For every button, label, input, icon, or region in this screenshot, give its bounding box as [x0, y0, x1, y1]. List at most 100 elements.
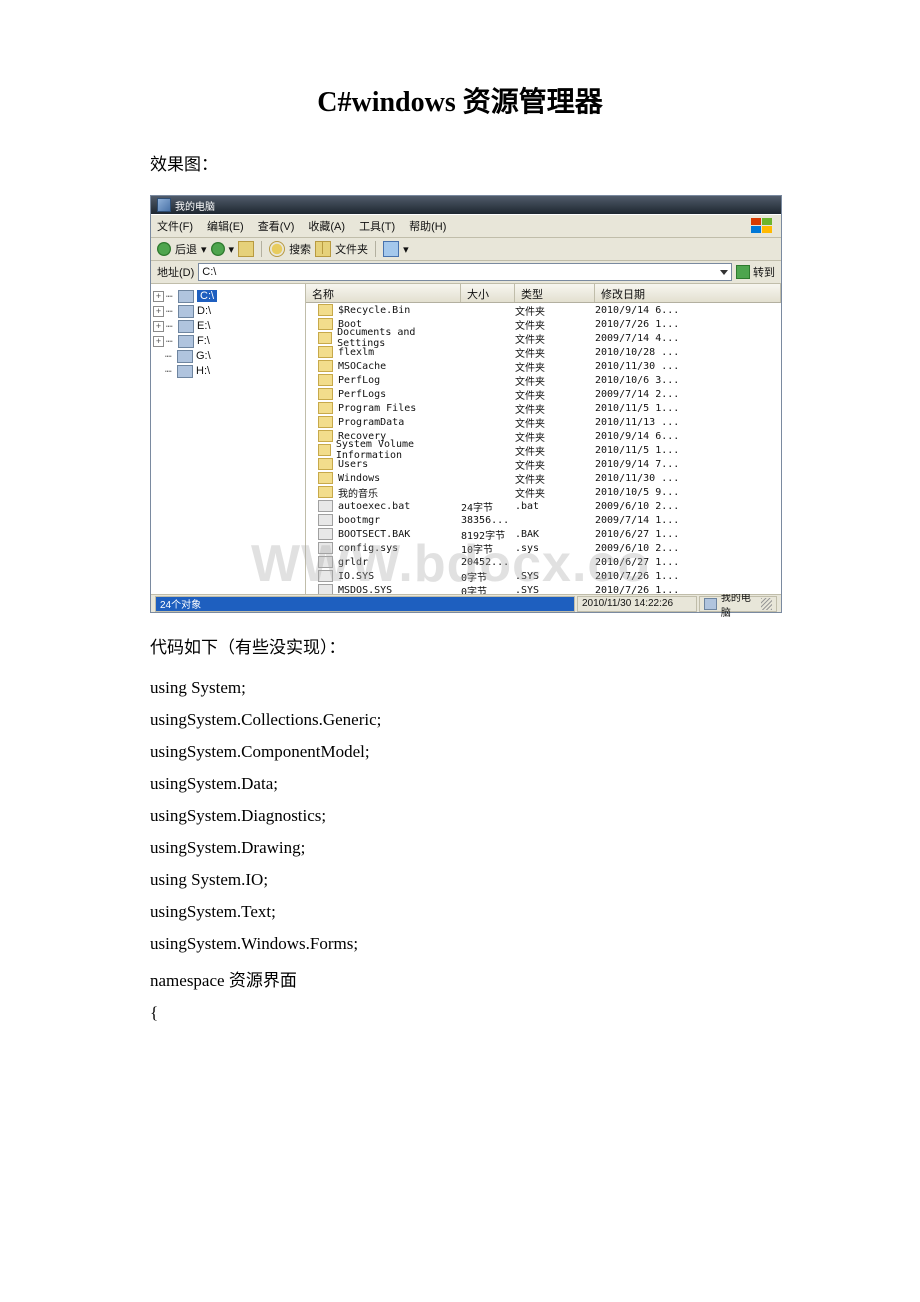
toolbar: 后退 ▾ ▾ 搜索 文件夹 ▾ — [151, 238, 781, 261]
list-row[interactable]: IO.SYS0字节.SYS2010/7/26 1... — [306, 569, 781, 583]
back-icon[interactable] — [157, 242, 171, 256]
titlebar[interactable]: 我的电脑 — [151, 196, 781, 214]
forward-icon[interactable] — [211, 242, 225, 256]
menu-tools[interactable]: 工具(T) — [359, 218, 395, 234]
go-label: 转到 — [753, 264, 775, 280]
tree-node-d[interactable]: D:\ — [197, 305, 211, 317]
drive-icon — [178, 335, 194, 348]
list-row[interactable]: Windows文件夹2010/11/30 ... — [306, 471, 781, 485]
file-list[interactable]: 名称 大小 类型 修改日期 $Recycle.Bin文件夹2010/9/14 6… — [306, 284, 781, 594]
views-icon[interactable] — [383, 241, 399, 257]
menubar: 文件(F) 编辑(E) 查看(V) 收藏(A) 工具(T) 帮助(H) — [151, 214, 781, 238]
tree-node-g[interactable]: G:\ — [196, 350, 211, 362]
folder-icon — [318, 486, 333, 498]
drive-icon — [178, 290, 194, 303]
list-row[interactable]: Program Files文件夹2010/11/5 1... — [306, 401, 781, 415]
folder-icon — [318, 416, 333, 428]
menu-file[interactable]: 文件(F) — [157, 218, 193, 234]
status-location: 我的电脑 — [699, 596, 777, 612]
window-title: 我的电脑 — [175, 198, 215, 213]
list-row[interactable]: flexlm文件夹2010/10/28 ... — [306, 345, 781, 359]
views-dropdown-icon[interactable]: ▾ — [403, 243, 409, 256]
folder-icon — [318, 388, 333, 400]
file-icon — [318, 570, 333, 582]
expand-icon[interactable]: + — [153, 306, 164, 317]
list-row[interactable]: ProgramData文件夹2010/11/13 ... — [306, 415, 781, 429]
addressbar: 地址(D) C:\ 转到 — [151, 261, 781, 284]
file-icon — [318, 500, 333, 512]
list-row[interactable]: BOOTSECT.BAK8192字节.BAK2010/6/27 1... — [306, 527, 781, 541]
windows-flag-icon — [751, 218, 775, 234]
go-icon — [736, 265, 750, 279]
code-line: usingSystem.Windows.Forms; — [150, 934, 770, 954]
list-row[interactable]: Users文件夹2010/9/14 7... — [306, 457, 781, 471]
list-row[interactable]: bootmgr38356...2009/7/14 1... — [306, 513, 781, 527]
list-row[interactable]: autoexec.bat24字节.bat2009/6/10 2... — [306, 499, 781, 513]
list-header[interactable]: 名称 大小 类型 修改日期 — [306, 284, 781, 303]
dropdown-icon[interactable] — [720, 270, 728, 275]
code-line: usingSystem.Drawing; — [150, 838, 770, 858]
resize-grip-icon[interactable] — [761, 598, 772, 610]
folder-icon — [318, 332, 332, 344]
folder-icon — [318, 374, 333, 386]
search-button[interactable]: 搜索 — [289, 241, 311, 257]
col-date[interactable]: 修改日期 — [595, 284, 781, 302]
col-size[interactable]: 大小 — [461, 284, 515, 302]
code-caption: 代码如下（有些没实现）： — [150, 633, 770, 658]
address-label: 地址(D) — [157, 264, 194, 280]
folder-icon — [318, 472, 333, 484]
file-icon — [318, 514, 333, 526]
statusbar: 24个对象 2010/11/30 14:22:26 我的电脑 — [151, 594, 781, 612]
code-line: using System; — [150, 678, 770, 698]
go-button[interactable]: 转到 — [736, 264, 775, 280]
tree-node-e[interactable]: E:\ — [197, 320, 210, 332]
expand-icon[interactable]: + — [153, 291, 164, 302]
code-line: using System.IO; — [150, 870, 770, 890]
col-type[interactable]: 类型 — [515, 284, 595, 302]
list-row[interactable]: Documents and Settings文件夹2009/7/14 4... — [306, 331, 781, 345]
list-row[interactable]: 我的音乐文件夹2010/10/5 9... — [306, 485, 781, 499]
address-combo[interactable]: C:\ — [198, 263, 732, 281]
expand-icon[interactable]: + — [153, 321, 164, 332]
code-line: usingSystem.Text; — [150, 902, 770, 922]
file-icon — [318, 556, 333, 568]
col-name[interactable]: 名称 — [306, 284, 461, 302]
drive-icon — [177, 350, 193, 363]
folders-icon[interactable] — [315, 241, 331, 257]
status-objects: 24个对象 — [155, 596, 575, 612]
tree-node-f[interactable]: F:\ — [197, 335, 210, 347]
list-row[interactable]: PerfLogs文件夹2009/7/14 2... — [306, 387, 781, 401]
forward-dropdown-icon[interactable]: ▾ — [229, 243, 235, 256]
list-row[interactable]: System Volume Information文件夹2010/11/5 1.… — [306, 443, 781, 457]
list-row[interactable]: config.sys10字节.sys2009/6/10 2... — [306, 541, 781, 555]
file-icon — [318, 542, 333, 554]
address-value: C:\ — [202, 266, 216, 278]
tree-node-h[interactable]: H:\ — [196, 365, 210, 377]
drive-icon — [178, 320, 194, 333]
menu-edit[interactable]: 编辑(E) — [207, 218, 244, 234]
tree-node-c[interactable]: C:\ — [197, 290, 217, 302]
back-dropdown-icon[interactable]: ▾ — [201, 243, 207, 256]
menu-help[interactable]: 帮助(H) — [409, 218, 446, 234]
code-line: namespace 资源界面 — [150, 966, 770, 991]
search-icon[interactable] — [269, 241, 285, 257]
list-row[interactable]: MSDOS.SYS0字节.SYS2010/7/26 1... — [306, 583, 781, 594]
effect-caption: 效果图： — [150, 150, 770, 175]
list-row[interactable]: PerfLog文件夹2010/10/6 3... — [306, 373, 781, 387]
computer-icon — [704, 598, 717, 610]
list-row[interactable]: $Recycle.Bin文件夹2010/9/14 6... — [306, 303, 781, 317]
code-line: usingSystem.Diagnostics; — [150, 806, 770, 826]
file-icon — [318, 584, 333, 594]
back-button[interactable]: 后退 — [175, 241, 197, 257]
list-row[interactable]: grldr20452...2010/6/27 1... — [306, 555, 781, 569]
file-icon — [318, 528, 333, 540]
up-icon[interactable] — [238, 241, 254, 257]
tree-panel[interactable]: +┈C:\ +┈D:\ +┈E:\ +┈F:\ ┈G:\ ┈H:\ — [151, 284, 306, 594]
folder-icon — [318, 346, 333, 358]
expand-icon[interactable]: + — [153, 336, 164, 347]
folders-button[interactable]: 文件夹 — [335, 241, 368, 257]
folder-icon — [318, 304, 333, 316]
menu-view[interactable]: 查看(V) — [258, 218, 295, 234]
menu-fav[interactable]: 收藏(A) — [308, 218, 345, 234]
list-row[interactable]: MSOCache文件夹2010/11/30 ... — [306, 359, 781, 373]
